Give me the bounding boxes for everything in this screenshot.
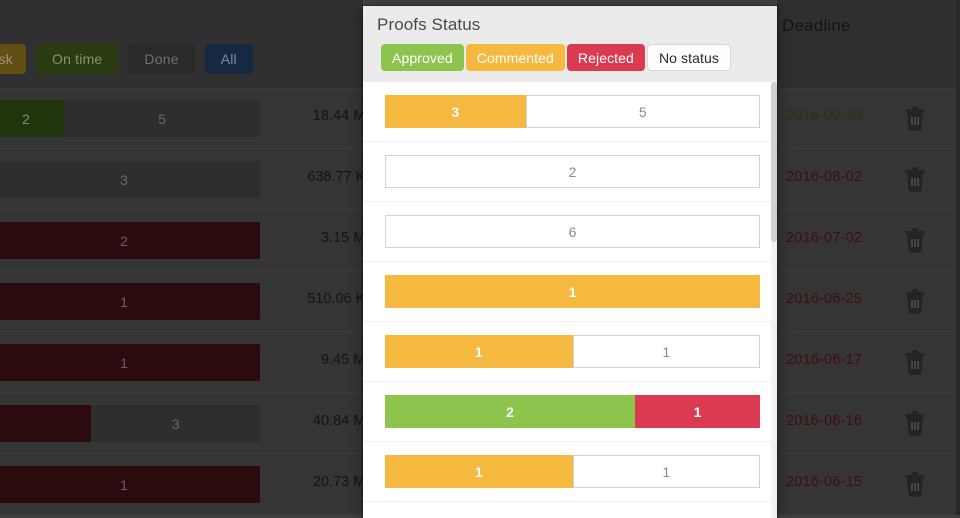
proof-segment-no-status[interactable]: 5 [525,95,760,128]
trash-icon[interactable] [903,410,927,436]
progress-segment-done: 2 [0,100,65,137]
task-progress-bar: 3 [0,405,260,442]
progress-segment-overdue: 1 [0,344,260,381]
file-size: 9.45 MB [321,352,375,368]
trash-icon[interactable] [903,471,927,497]
proofs-status-list[interactable]: 3 5 2 6 1 1 1 2 1 1 1 [363,82,777,518]
proof-segment-no-status[interactable]: 1 [572,335,760,368]
file-size: 638.77 KB [307,169,375,185]
proof-status-bar: 1 1 [385,455,760,488]
task-progress-bar: 3 [0,161,260,198]
legend-commented-button[interactable]: Commented [465,44,565,71]
progress-segment-overdue: 1 [0,283,260,320]
proof-segment-no-status[interactable]: 6 [385,215,760,248]
filter-on-time[interactable]: On time [36,44,119,74]
file-size: 510.06 KB [307,291,375,307]
column-header-deadline: Deadline [782,16,851,35]
progress-segment-overdue: 1 [0,466,260,503]
trash-icon[interactable] [903,166,927,192]
progress-segment-pending: 5 [64,100,260,137]
trash-icon[interactable] [903,227,927,253]
proofs-status-popover: Proofs Status Approved Commented Rejecte… [363,6,777,518]
list-item[interactable]: 3 5 [363,82,777,142]
progress-segment-pending: 3 [91,405,260,442]
page-title: Proofs Status [377,15,481,34]
file-size: 40.84 MB [312,413,375,429]
file-size: 18.44 MB [312,108,375,124]
list-item[interactable]: 6 [363,202,777,262]
proof-segment-commented[interactable]: 1 [385,335,573,368]
list-item[interactable]: 1 [363,262,777,322]
proof-segment-commented[interactable]: 1 [385,275,760,308]
trash-icon[interactable] [903,288,927,314]
filter-at-risk[interactable]: isk [0,44,26,74]
task-progress-bar: 1 [0,344,260,381]
progress-segment-overdue: 2 [0,222,260,259]
proof-status-bar: 1 [385,275,760,308]
list-item[interactable]: 1 1 [363,442,777,502]
proof-segment-commented[interactable]: 3 [385,95,526,128]
proof-status-bar: 2 [385,155,760,188]
task-progress-bar: 2 5 [0,100,260,137]
task-progress-bar: 1 [0,466,260,503]
progress-segment-overdue [0,405,92,442]
proofs-status-legend[interactable]: Approved Commented Rejected No status [377,44,777,71]
deadline-date: 2016-06-16 [786,413,863,429]
proofs-status-header: Proofs Status Approved Commented Rejecte… [363,6,777,82]
proof-segment-no-status[interactable]: 2 [385,155,760,188]
deadline-date: 2016-09-23 [786,108,863,124]
filter-all[interactable]: All [204,44,253,74]
proof-segment-approved[interactable]: 2 [385,395,636,428]
progress-segment-pending: 3 [0,161,260,198]
deadline-date: 2016-06-15 [786,474,863,490]
deadline-date: 2016-07-02 [786,230,863,246]
list-item[interactable]: 2 1 [363,382,777,442]
proof-segment-rejected[interactable]: 1 [635,395,760,428]
proof-segment-commented[interactable]: 1 [385,455,573,488]
legend-approved-button[interactable]: Approved [381,44,464,71]
file-size: 3.15 MB [321,230,375,246]
task-progress-bar: 2 [0,222,260,259]
deadline-date: 2016-08-02 [786,169,863,185]
task-status-filter-group[interactable]: isk On time Done All [0,44,253,74]
proof-status-bar: 1 1 [385,335,760,368]
list-item[interactable]: 1 1 [363,322,777,382]
deadline-date: 2016-06-25 [786,291,863,307]
modal-scrollbar[interactable] [771,82,777,518]
page-scrollbar[interactable] [956,0,960,515]
list-item[interactable]: 2 [363,142,777,202]
file-size: 20.73 MB [312,474,375,490]
deadline-date: 2016-06-17 [786,352,863,368]
trash-icon[interactable] [903,105,927,131]
trash-icon[interactable] [903,349,927,375]
legend-rejected-button[interactable]: Rejected [566,44,645,71]
filter-done[interactable]: Done [128,44,195,74]
proof-status-bar: 2 1 [385,395,760,428]
modal-scrollbar-thumb[interactable] [771,82,777,242]
legend-no-status-button[interactable]: No status [646,44,731,71]
task-progress-bar: 1 [0,283,260,320]
proof-status-bar: 3 5 [385,95,760,128]
proof-status-bar: 6 [385,215,760,248]
proof-segment-no-status[interactable]: 1 [572,455,760,488]
